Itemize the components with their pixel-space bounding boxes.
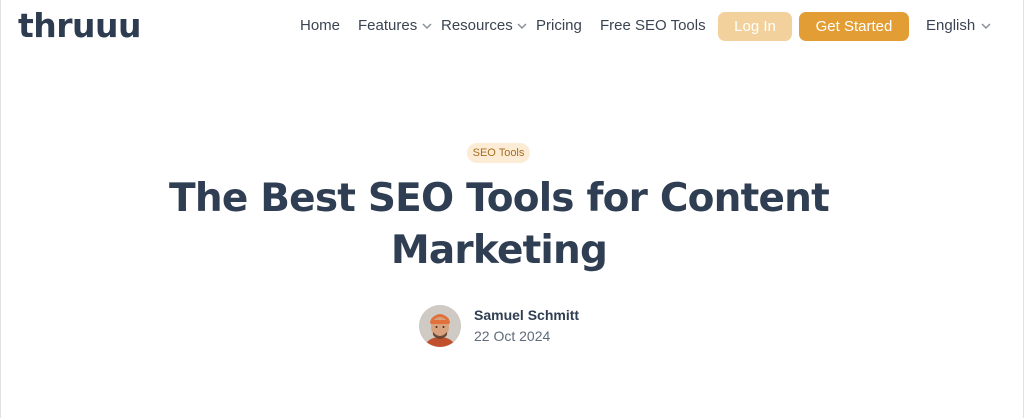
site-logo[interactable]: thruuu (18, 6, 142, 45)
publish-date: 22 Oct 2024 (474, 328, 551, 344)
chevron-down-icon[interactable] (981, 21, 991, 31)
chevron-down-icon[interactable] (517, 21, 527, 31)
nav-pricing[interactable]: Pricing (536, 17, 582, 34)
category-tag[interactable]: SEO Tools (467, 143, 530, 163)
get-started-button[interactable]: Get Started (799, 12, 909, 41)
language-selector[interactable]: English (926, 17, 975, 34)
nav-free-seo-tools[interactable]: Free SEO Tools (600, 17, 706, 34)
site-header: thruuu Home Features Resources Pricing F… (1, 0, 1024, 52)
nav-home[interactable]: Home (300, 17, 340, 34)
nav-features[interactable]: Features (358, 17, 417, 34)
author-name[interactable]: Samuel Schmitt (474, 307, 579, 323)
page: thruuu Home Features Resources Pricing F… (0, 0, 1024, 418)
article-title: The Best SEO Tools for Content Marketing (169, 176, 830, 273)
author-avatar (419, 305, 461, 347)
chevron-down-icon[interactable] (422, 21, 432, 31)
nav-resources[interactable]: Resources (441, 17, 513, 34)
login-button[interactable]: Log In (718, 12, 792, 41)
